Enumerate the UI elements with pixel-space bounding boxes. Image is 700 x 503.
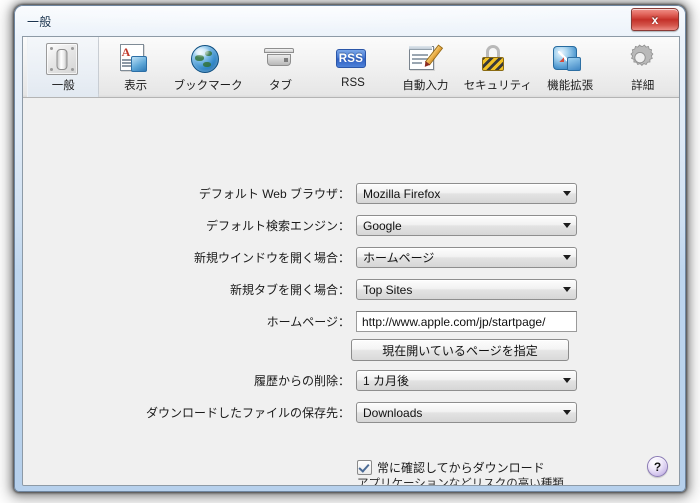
toolbar-item-label: 自動入力 [402,80,449,92]
row-new-tab: 新規タブを開く場合： Top Sites [47,279,577,300]
toolbar-item-autofill[interactable]: 自動入力 [389,37,461,97]
close-button[interactable]: x [631,8,679,31]
row-new-window: 新規ウインドウを開く場合： ホームページ [47,247,577,268]
save-downloads-to-value: Downloads [363,405,423,420]
close-icon: x [651,12,659,27]
new-tab-value: Top Sites [363,282,413,297]
security-lock-icon [481,41,515,75]
toolbar-item-label: タブ [269,80,293,92]
desktop-background: 一般 x 一般 A 表示 ブックマーク タブ RSS RSS 自動入力 セキュリ… [0,0,700,503]
toolbar-item-advanced[interactable]: 詳細 [607,37,679,97]
appearance-page-icon: A [119,41,153,75]
chevron-down-icon [558,216,576,235]
extensions-puzzle-icon [553,41,587,75]
help-button[interactable]: ? [647,456,668,477]
toolbar-item-label: 表示 [124,80,148,92]
chevron-down-icon [558,184,576,203]
remove-history-value: 1 カ月後 [363,374,410,388]
toolbar-item-label: セキュリティ [463,80,532,92]
preferences-toolbar: 一般 A 表示 ブックマーク タブ RSS RSS 自動入力 セキュリティ 機能… [23,37,679,98]
rss-icon: RSS [335,41,370,75]
toolbar-item-rss[interactable]: RSS RSS [317,37,389,97]
toolbar-item-label: 一般 [51,80,75,92]
remove-history-dropdown[interactable]: 1 カ月後 [356,370,577,391]
toolbar-item-label: ブックマーク [173,80,243,92]
default-search-engine-dropdown[interactable]: Google [356,215,577,236]
advanced-gear-icon [626,41,660,75]
toolbar-item-tabs[interactable]: タブ [244,37,316,97]
toolbar-item-extensions[interactable]: 機能拡張 [534,37,606,97]
default-browser-dropdown[interactable]: Mozilla Firefox [356,183,577,204]
homepage-label: ホームページ： [266,315,350,329]
general-settings-panel: デフォルト Web ブラウザ： Mozilla Firefox デフォルト検索エ… [23,98,679,486]
chevron-down-icon [558,403,576,422]
tabs-icon [263,41,298,75]
new-window-value: ホームページ [363,251,435,265]
toolbar-item-bookmarks[interactable]: ブックマーク [172,37,244,97]
confirm-before-download-checkbox[interactable] [357,460,372,475]
window-title: 一般 [27,15,52,29]
chevron-down-icon [558,280,576,299]
confirm-before-download-label: 常に確認してからダウンロード [377,461,545,475]
window-client-area: 一般 A 表示 ブックマーク タブ RSS RSS 自動入力 セキュリティ 機能… [22,36,680,486]
row-default-browser: デフォルト Web ブラウザ： Mozilla Firefox [47,183,577,204]
homepage-input[interactable]: http://www.apple.com/jp/startpage/ [356,311,577,332]
save-downloads-to-dropdown[interactable]: Downloads [356,402,577,423]
default-search-engine-label: デフォルト検索エンジン： [205,219,350,233]
default-search-engine-value: Google [363,218,402,233]
remove-history-label: 履歴からの削除： [253,374,350,388]
toolbar-item-label: RSS [341,77,365,89]
download-help-text: アプリケーションなどリスクの高い種類のファイルでは、確認を無効にできません。 [357,478,564,486]
preferences-window: 一般 x 一般 A 表示 ブックマーク タブ RSS RSS 自動入力 セキュリ… [14,5,686,492]
row-remove-history: 履歴からの削除： 1 カ月後 [47,370,577,391]
chevron-down-icon [558,248,576,267]
row-confirm-before-download[interactable]: 常に確認してからダウンロード [357,459,545,476]
row-default-search-engine: デフォルト検索エンジン： Google [47,215,577,236]
new-window-label: 新規ウインドウを開く場合： [193,251,350,265]
new-tab-label: 新規タブを開く場合： [229,283,350,297]
row-save-downloads-to: ダウンロードしたファイルの保存先： Downloads [47,402,577,423]
save-downloads-to-label: ダウンロードしたファイルの保存先： [145,406,350,420]
autofill-pencil-icon [408,41,444,75]
toolbar-item-label: 詳細 [631,80,655,92]
default-browser-value: Mozilla Firefox [363,186,441,201]
chevron-down-icon [558,371,576,390]
toolbar-item-label: 機能拡張 [547,80,594,92]
new-tab-dropdown[interactable]: Top Sites [356,279,577,300]
toolbar-item-security[interactable]: セキュリティ [462,37,534,97]
rss-badge-text: RSS [335,49,366,68]
set-current-page-button[interactable]: 現在開いているページを指定 [351,339,569,361]
default-browser-label: デフォルト Web ブラウザ： [198,187,350,201]
title-bar: 一般 x [15,6,685,36]
toolbar-item-general[interactable]: 一般 [27,37,100,97]
new-window-dropdown[interactable]: ホームページ [356,247,577,268]
general-switch-icon [46,41,80,75]
bookmarks-globe-icon [191,41,225,75]
toolbar-item-appearance[interactable]: A 表示 [99,37,171,97]
row-homepage: ホームページ： http://www.apple.com/jp/startpag… [47,311,577,332]
